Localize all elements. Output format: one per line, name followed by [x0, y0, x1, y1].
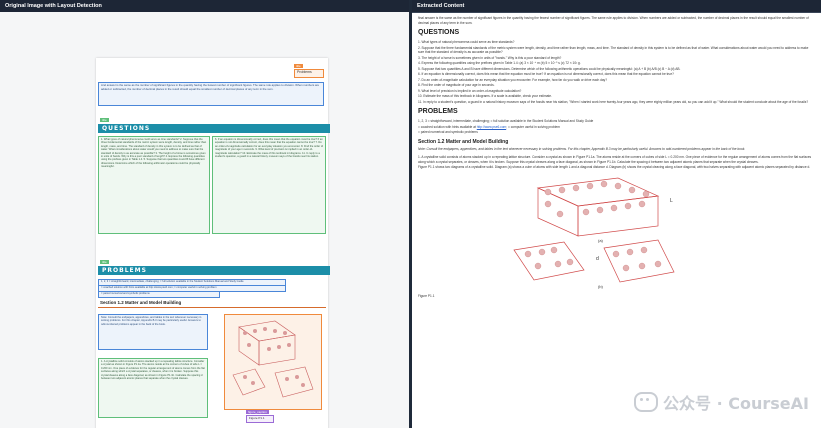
detection-label: title — [100, 260, 109, 264]
question-item: 9. What level of precision is implied in… — [418, 88, 522, 93]
question-item: 2. Suppose that the three fundamental st… — [418, 45, 809, 55]
question-item: 6. If an equation is dimensionally corre… — [418, 72, 674, 76]
problems-key-1: 1, 2, 3 = straightforward, intermediate,… — [101, 280, 244, 283]
note-paragraph: Note: Consult the endpapers, appendices,… — [418, 146, 746, 151]
header-text: Problems — [297, 70, 312, 74]
wechat-icon — [634, 392, 659, 412]
crystal-illustration: L (a) d (b) — [513, 177, 675, 289]
note-text: Note: Consult the endpapers, appendices,… — [101, 316, 202, 326]
layout-detection-panel: Original Image with Layout Detection tit… — [0, 0, 409, 428]
detection-box-problems-key-3: = paired numerical and symbolic problems — [98, 291, 220, 298]
figure-label-d: d — [596, 256, 599, 262]
question-item: 1. What types of natural phenomena could… — [418, 40, 515, 44]
intro-text: And answer is the same as the number of … — [101, 83, 320, 91]
problems-heading: PROBLEMS — [418, 108, 458, 115]
figure-label-L: L — [670, 198, 673, 204]
questions-heading: QUESTIONS — [418, 29, 460, 36]
question-item: 7. Do an order-of-magnitude calculation … — [418, 77, 608, 82]
questions-col1-text: 1. What types of natural phenomena could… — [101, 138, 207, 169]
question-item: 11. In reply to a student's question, a … — [418, 99, 809, 104]
section-heading: Section 1.2 Matter and Model Building — [418, 138, 509, 145]
detection-box-questions-col1: 1. What types of natural phenomena could… — [98, 136, 210, 234]
crystal-figure — [232, 320, 314, 398]
detection-box-note: Note: Consult the endpapers, appendices,… — [98, 314, 208, 350]
problems-banner: PROBLEMS — [98, 266, 330, 275]
figure-label-a: (a) — [598, 238, 604, 243]
detection-label: title — [294, 64, 303, 68]
detection-box-problem-1: 1. A crystalline solid consists of atoms… — [98, 358, 208, 418]
figure-p1-1: L (a) d (b) — [418, 174, 814, 294]
pse6-link[interactable]: http://www.pse6.com — [477, 125, 506, 129]
problems-key-2-post: ; = computer useful in solving problem — [506, 124, 560, 129]
question-item: 5. Suppose that two quantities A and B h… — [418, 66, 681, 71]
intro-paragraph: final answer is the same as the number o… — [418, 16, 809, 25]
problems-key-2-pre: = coached solution with hints available … — [418, 124, 477, 129]
questions-list: 1. What types of natural phenomena could… — [418, 40, 814, 104]
figure-caption: Figure P1.1 — [418, 293, 435, 298]
question-item: 10. Estimate the mass of this textbook i… — [418, 94, 552, 98]
extracted-text: final answer is the same as the number o… — [418, 16, 814, 298]
problems-key-line-3: = paired numerical and symbolic problems — [418, 130, 478, 134]
problem-1-figure-description: Figure P1.1 shows two diagrams of a crys… — [418, 165, 811, 169]
figure-label-b: (b) — [598, 284, 604, 289]
question-item: 8. Find the order of magnitude of your a… — [418, 83, 495, 87]
section-rule — [98, 307, 326, 308]
detection-box-intro: And answer is the same as the number of … — [98, 82, 324, 106]
detection-box-questions-col2: 6. If an equation is dimensionally corre… — [212, 136, 326, 234]
extracted-content-panel: Extracted Content final answer is the sa… — [412, 0, 821, 428]
problem-1-text: 1. A crystalline solid consists of atoms… — [101, 360, 205, 381]
detection-box-figure — [224, 314, 322, 410]
questions-banner: QUESTIONS — [98, 124, 330, 133]
right-panel-header: Extracted Content — [412, 0, 821, 13]
question-item: 4. Express the following quantities usin… — [418, 61, 581, 65]
detection-label: title — [100, 118, 109, 122]
detection-box-caption: Figure P1.1 — [246, 415, 274, 423]
problems-key-line-1: 1, 2, 3 = straightforward, intermediate,… — [418, 119, 594, 123]
detection-label: figure_caption — [246, 410, 269, 414]
problems-key-2: = coached solution with hints available … — [101, 286, 217, 289]
detection-box-header: Problems — [294, 69, 324, 78]
question-item: 3. The height of a horse is sometimes gi… — [418, 55, 562, 60]
section-title: Section 1.2 Matter and Model Building — [100, 300, 182, 305]
problem-1: 1. A crystalline solid consists of atoms… — [418, 155, 812, 164]
watermark-text: 公众号 · CourseAI — [663, 394, 809, 413]
problems-key-line-2: = coached solution with hints available … — [418, 125, 814, 130]
problems-key-3: = paired numerical and symbolic problems — [101, 292, 150, 295]
questions-col2-text: 6. If an equation is dimensionally corre… — [215, 138, 323, 159]
original-image-area: title Problems And answer is the same as… — [0, 12, 409, 428]
scanned-page: title Problems And answer is the same as… — [96, 58, 330, 428]
watermark: 公众号 · CourseAI — [634, 390, 809, 414]
caption-text: Figure P1.1 — [249, 416, 265, 420]
